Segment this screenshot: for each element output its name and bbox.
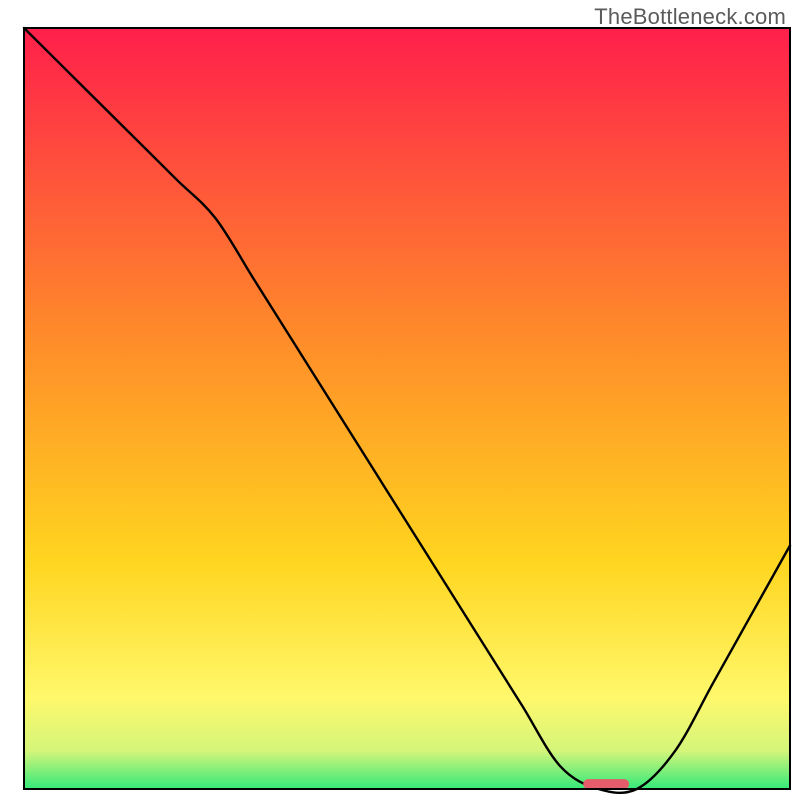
chart-container: TheBottleneck.com: [0, 0, 800, 800]
bottleneck-curve-chart: [0, 0, 800, 800]
watermark-label: TheBottleneck.com: [594, 4, 786, 30]
optimal-marker: [583, 779, 629, 789]
